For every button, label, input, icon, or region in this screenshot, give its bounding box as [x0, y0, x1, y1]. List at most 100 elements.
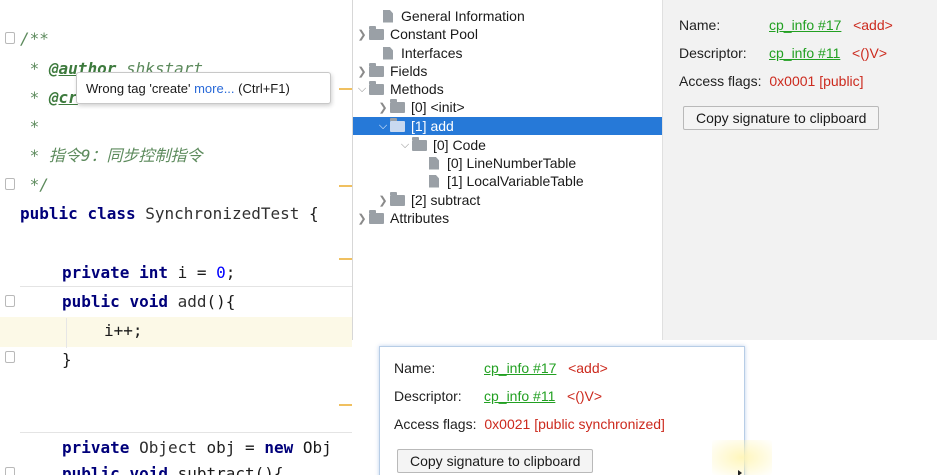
popup-flags-value: 0x0021 [public synchronized] [484, 416, 665, 432]
code-editor[interactable]: /** * @author shkstart * @cr * * 指令9：同步控… [0, 0, 352, 475]
tree-item-label: General Information [401, 8, 525, 24]
folder-icon [369, 80, 384, 95]
folder-icon [369, 209, 384, 224]
descriptor-value: <()V> [852, 45, 888, 61]
code-line: * [20, 117, 40, 136]
method-info-panel: Name: cp_info #17 <add> Descriptor: cp_i… [662, 0, 937, 340]
tree-item-label: [0] LineNumberTable [447, 155, 577, 171]
tree-item-label: [1] add [411, 118, 454, 134]
chevron-down-icon[interactable]: ⌵ [376, 120, 390, 133]
indent-guide [66, 318, 67, 348]
code-line: /** [20, 29, 49, 48]
cursor-highlight [712, 440, 772, 475]
popup-copy-signature-button[interactable]: Copy signature to clipboard [397, 449, 594, 473]
tree-item-interfaces[interactable]: Interfaces [369, 44, 462, 62]
code-line: private Object obj = new Obj [62, 438, 332, 457]
warning-marker[interactable] [339, 404, 352, 406]
name-cp-link[interactable]: cp_info #17 [769, 17, 841, 33]
name-value: <add> [853, 17, 893, 33]
tree-item-label: Fields [390, 63, 428, 79]
popup-name-cp-link[interactable]: cp_info #17 [484, 360, 556, 376]
popup-descriptor-label: Descriptor: [394, 388, 462, 404]
tooltip-text: Wrong tag 'create' [86, 81, 191, 96]
tree-item-label: Methods [390, 81, 444, 97]
chevron-right-icon[interactable]: ❯ [355, 65, 369, 78]
file-icon [383, 46, 393, 60]
tree-item-label: [0] <init> [411, 99, 465, 115]
bytecode-tree[interactable]: General Information ❯ Constant Pool Inte… [352, 0, 662, 340]
popup-flags-label: Access flags: [394, 416, 477, 432]
warning-marker[interactable] [339, 258, 352, 260]
fold-icon[interactable] [5, 351, 15, 363]
fold-icon[interactable] [5, 178, 15, 190]
popup-flags-row: Access flags: 0x0021 [public synchronize… [394, 416, 665, 432]
tree-item-general-information[interactable]: General Information [369, 7, 525, 25]
popup-name-values: cp_info #17 <add> [484, 360, 608, 376]
popup-descriptor-value: <()V> [567, 388, 603, 404]
tree-item-line-number-table[interactable]: [0] LineNumberTable [429, 154, 576, 172]
tooltip-shortcut: (Ctrl+F1) [238, 81, 290, 96]
zoom-popup: Name: cp_info #17 <add> Descriptor: cp_i… [379, 346, 745, 475]
tree-item-label: Attributes [390, 210, 450, 226]
file-icon [383, 9, 393, 23]
tree-item-constant-pool[interactable]: ❯ Constant Pool [355, 25, 478, 43]
code-line: * 指令9：同步控制指令 [20, 146, 203, 165]
folder-icon [412, 136, 427, 151]
code-line: } [62, 350, 72, 369]
copy-signature-button[interactable]: Copy signature to clipboard [683, 106, 880, 130]
code-line: public class SynchronizedTest { [20, 204, 319, 223]
folder-icon [369, 25, 384, 40]
fold-icon[interactable] [5, 32, 15, 44]
folder-icon [390, 191, 405, 206]
tree-item-method-add[interactable]: ⌵ [1] add [353, 117, 662, 135]
info-name-values: cp_info #17 <add> [769, 17, 893, 33]
tooltip-more-link[interactable]: more... [194, 81, 234, 96]
popup-descriptor-cp-link[interactable]: cp_info #11 [484, 388, 555, 404]
code-line: public void subtract(){ [62, 464, 284, 475]
tree-item-fields[interactable]: ❯ Fields [355, 62, 427, 80]
popup-name-value: <add> [568, 360, 608, 376]
file-icon [429, 174, 439, 188]
chevron-right-icon[interactable]: ❯ [355, 28, 369, 41]
flags-label: Access flags: [679, 73, 762, 89]
method-separator [20, 286, 352, 287]
descriptor-label: Descriptor: [679, 45, 747, 61]
info-descriptor-values: cp_info #11 <()V> [769, 45, 887, 61]
current-line-highlight [0, 317, 352, 347]
descriptor-cp-link[interactable]: cp_info #11 [769, 45, 840, 61]
warning-marker[interactable] [339, 185, 352, 187]
fold-icon[interactable] [5, 467, 15, 475]
tree-item-methods[interactable]: ⌵ Methods [355, 80, 444, 98]
chevron-right-icon[interactable]: ❯ [376, 194, 390, 207]
tree-item-attributes[interactable]: ❯ Attributes [355, 209, 449, 227]
tree-item-label: Interfaces [401, 45, 463, 61]
tree-item-method-subtract[interactable]: ❯ [2] subtract [376, 191, 480, 209]
tree-item-label: Constant Pool [390, 26, 478, 42]
code-line: private int i = 0; [62, 263, 236, 282]
folder-icon [390, 98, 405, 113]
code-line: */ [20, 175, 49, 194]
popup-name-row: Name: [394, 360, 435, 376]
info-descriptor-row: Descriptor: [679, 45, 747, 61]
chevron-down-icon[interactable]: ⌵ [398, 139, 412, 152]
tree-item-local-variable-table[interactable]: [1] LocalVariableTable [429, 172, 584, 190]
warning-marker[interactable] [339, 88, 352, 90]
popup-descriptor-values: cp_info #11 <()V> [484, 388, 602, 404]
popup-name-label: Name: [394, 360, 436, 376]
chevron-right-icon[interactable]: ❯ [376, 101, 390, 114]
info-name-row: Name: [679, 17, 720, 33]
folder-icon [390, 117, 405, 132]
chevron-down-icon[interactable]: ⌵ [355, 83, 369, 96]
chevron-right-icon[interactable]: ❯ [355, 212, 369, 225]
method-separator [20, 432, 352, 433]
file-icon [429, 156, 439, 170]
mouse-cursor-icon [738, 470, 742, 475]
code-line: public void add(){ [62, 292, 236, 311]
info-flags-row: Access flags: 0x0001 [public] [679, 73, 864, 89]
fold-icon[interactable] [5, 295, 15, 307]
name-label: Name: [679, 17, 721, 33]
tree-item-code[interactable]: ⌵ [0] Code [398, 136, 486, 154]
flags-value: 0x0001 [public] [769, 73, 864, 89]
error-tooltip: Wrong tag 'create' more... (Ctrl+F1) [76, 72, 331, 104]
tree-item-method-init[interactable]: ❯ [0] <init> [376, 98, 465, 116]
